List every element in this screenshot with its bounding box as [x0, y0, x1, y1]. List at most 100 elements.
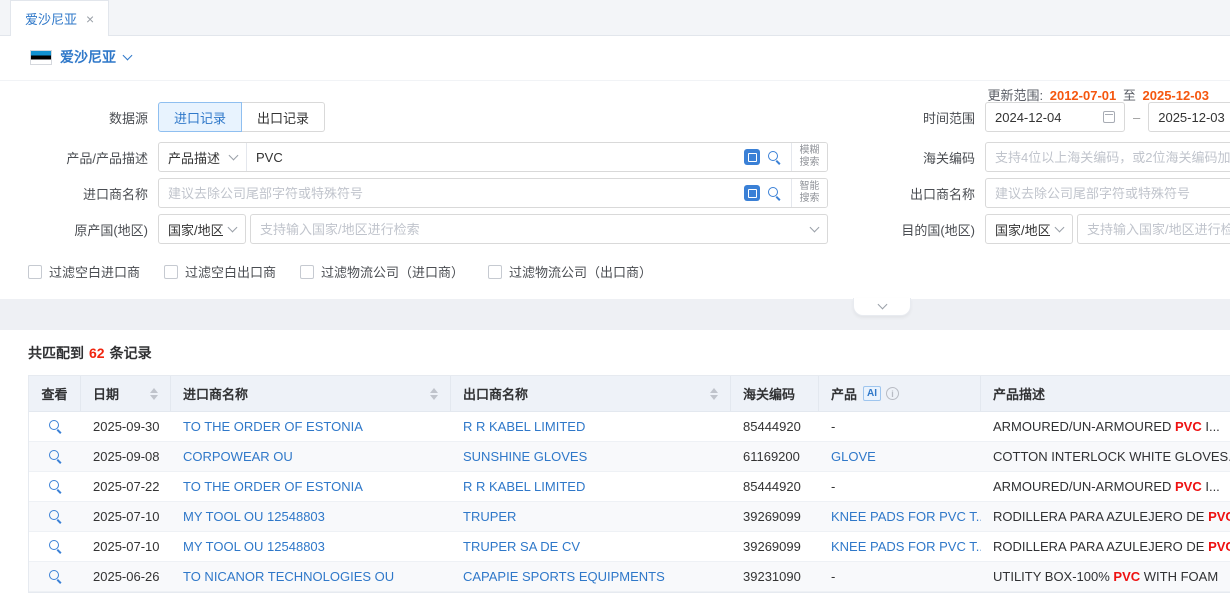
column-product-label: 产品 — [831, 384, 857, 403]
destination-country-input[interactable] — [1087, 222, 1230, 237]
tab-estonia[interactable]: 爱沙尼亚 × — [10, 0, 109, 36]
row-hs-code: 85444920 — [731, 479, 819, 494]
end-date-input[interactable]: 2025-12-03 — [1148, 102, 1230, 132]
view-record-magnifier-icon[interactable] — [48, 479, 63, 494]
summary-prefix: 共匹配到 — [28, 345, 84, 361]
results-panel: 共匹配到 62 条记录 查看 日期 进口商名称 出口商名称 海关编码 产品 — [0, 330, 1230, 594]
sort-date-icon[interactable] — [144, 388, 158, 400]
sort-importer-icon[interactable] — [424, 388, 438, 400]
checkbox-filter-blank-importer[interactable]: 过滤空白进口商 — [28, 262, 140, 281]
country-selector[interactable]: 爱沙尼亚 — [30, 47, 131, 67]
exporter-link[interactable]: TRUPER — [463, 509, 516, 524]
row-date: 2025-09-08 — [81, 449, 171, 464]
view-record-magnifier-icon[interactable] — [48, 539, 63, 554]
view-record-magnifier-icon[interactable] — [48, 569, 63, 584]
tab-close-icon[interactable]: × — [86, 12, 94, 26]
view-record-magnifier-icon[interactable] — [48, 509, 63, 524]
product-link[interactable]: KNEE PADS FOR PVC T... — [831, 509, 981, 524]
checkbox-icon[interactable] — [28, 265, 42, 279]
exporter-link[interactable]: R R KABEL LIMITED — [463, 479, 585, 494]
checkbox-filter-logistics-exporter[interactable]: 过滤物流公司（出口商） — [488, 262, 652, 281]
product-link: - — [831, 479, 835, 494]
checkbox-filter-blank-exporter[interactable]: 过滤空白出口商 — [164, 262, 276, 281]
exporter-link[interactable]: TRUPER SA DE CV — [463, 539, 580, 554]
sort-exporter-icon[interactable] — [704, 388, 718, 400]
destination-type-select[interactable]: 国家/地区 — [985, 214, 1073, 244]
destination-field — [1077, 214, 1230, 244]
table-row: 2025-07-10 MY TOOL OU 12548803 TRUPER 39… — [29, 502, 1230, 532]
column-hs-label: 海关编码 — [743, 384, 795, 403]
importer-link[interactable]: MY TOOL OU 12548803 — [183, 539, 325, 554]
checkbox-filter-logistics-importer[interactable]: 过滤物流公司（进口商） — [300, 262, 464, 281]
row-hs-code: 61169200 — [731, 449, 819, 464]
fuzzy-search-mode-button[interactable]: 模糊 搜索 — [791, 143, 827, 171]
product-type-select[interactable]: 产品描述 — [159, 143, 247, 171]
origin-type-value: 国家/地区 — [168, 220, 224, 239]
origin-field — [250, 214, 828, 244]
table-row: 2025-07-10 MY TOOL OU 12548803 TRUPER SA… — [29, 532, 1230, 562]
column-view: 查看 — [29, 376, 81, 411]
product-search-input[interactable] — [247, 143, 735, 171]
chevron-down-icon — [1055, 222, 1065, 232]
row-date: 2025-07-22 — [81, 479, 171, 494]
row-date: 2025-09-30 — [81, 419, 171, 434]
summary-suffix: 条记录 — [110, 345, 152, 361]
export-records-button[interactable]: 出口记录 — [242, 102, 325, 132]
checkbox-label: 过滤物流公司（出口商） — [509, 262, 652, 281]
product-link[interactable]: KNEE PADS FOR PVC T... — [831, 539, 981, 554]
exporter-link[interactable]: SUNSHINE GLOVES — [463, 449, 587, 464]
product-label: 产品/产品描述 — [0, 148, 158, 167]
column-exporter: 出口商名称 — [451, 376, 731, 411]
results-summary: 共匹配到 62 条记录 — [28, 343, 152, 363]
data-source-toggle: 进口记录 出口记录 — [158, 102, 325, 132]
importer-link[interactable]: TO NICANOR TECHNOLOGIES OU — [183, 569, 394, 584]
chevron-down-icon — [123, 50, 133, 60]
importer-search-input[interactable] — [159, 179, 735, 207]
column-date: 日期 — [81, 376, 171, 411]
checkbox-icon[interactable] — [300, 265, 314, 279]
import-records-button[interactable]: 进口记录 — [158, 102, 242, 132]
row-hs-code: 39231090 — [731, 569, 819, 584]
exporter-search-input[interactable] — [995, 186, 1230, 201]
view-record-magnifier-icon[interactable] — [48, 419, 63, 434]
destination-type-value: 国家/地区 — [995, 220, 1051, 239]
column-product: 产品 AI i — [819, 376, 981, 411]
search-magnifier-icon[interactable] — [767, 186, 782, 201]
row-time-range: 时间范围 2024-12-04 – 2025-12-03 — [830, 102, 1230, 132]
origin-country-input[interactable] — [260, 222, 811, 237]
search-magnifier-icon[interactable] — [767, 150, 782, 165]
country-name: 爱沙尼亚 — [60, 47, 116, 67]
origin-type-select[interactable]: 国家/地区 — [158, 214, 246, 244]
smart-search-mode-button[interactable]: 智能 搜索 — [791, 179, 827, 207]
translate-icon[interactable] — [744, 149, 760, 165]
tab-bar: 爱沙尼亚 × — [0, 0, 1230, 36]
checkbox-icon[interactable] — [488, 265, 502, 279]
divider — [0, 80, 1230, 81]
translate-icon[interactable] — [744, 185, 760, 201]
destination-label: 目的国(地区) — [830, 220, 985, 239]
importer-link[interactable]: MY TOOL OU 12548803 — [183, 509, 325, 524]
start-date-input[interactable]: 2024-12-04 — [985, 102, 1125, 132]
product-link[interactable]: GLOVE — [831, 449, 876, 464]
view-record-magnifier-icon[interactable] — [48, 449, 63, 464]
importer-link[interactable]: TO THE ORDER OF ESTONIA — [183, 419, 363, 434]
table-body: 2025-09-30 TO THE ORDER OF ESTONIA R R K… — [29, 412, 1230, 592]
date-separator: – — [1133, 110, 1140, 125]
update-range-label: 更新范围: — [987, 88, 1043, 103]
hs-code-input[interactable] — [995, 150, 1230, 165]
product-type-value: 产品描述 — [168, 148, 220, 167]
info-icon[interactable]: i — [886, 387, 899, 400]
exporter-link[interactable]: CAPAPIE SPORTS EQUIPMENTS — [463, 569, 665, 584]
table-row: 2025-07-22 TO THE ORDER OF ESTONIA R R K… — [29, 472, 1230, 502]
row-data-source: 数据源 进口记录 出口记录 — [0, 102, 325, 132]
row-date: 2025-06-26 — [81, 569, 171, 584]
importer-input-icons — [735, 179, 791, 207]
importer-link[interactable]: CORPOWEAR OU — [183, 449, 293, 464]
column-importer-label: 进口商名称 — [183, 384, 248, 403]
match-count: 62 — [89, 345, 105, 361]
collapse-filters-button[interactable] — [853, 298, 911, 316]
checkbox-icon[interactable] — [164, 265, 178, 279]
exporter-link[interactable]: R R KABEL LIMITED — [463, 419, 585, 434]
row-description: UTILITY BOX-100% PVC WITH FOAM — [981, 569, 1230, 584]
importer-link[interactable]: TO THE ORDER OF ESTONIA — [183, 479, 363, 494]
